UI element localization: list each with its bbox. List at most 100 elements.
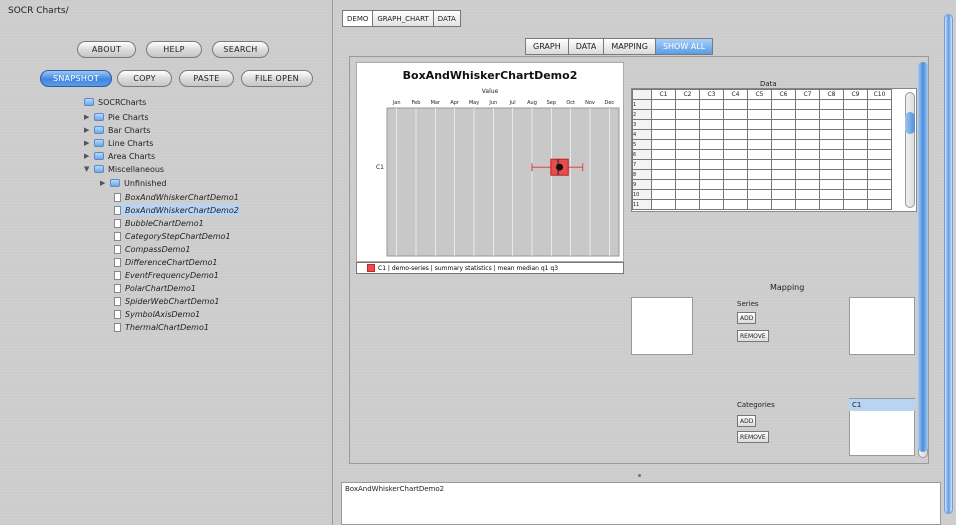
table-cell[interactable] — [867, 159, 892, 170]
column-header[interactable]: C4 — [723, 89, 748, 100]
expand-arrow-icon[interactable]: ▶ — [84, 113, 94, 121]
table-cell[interactable] — [747, 99, 772, 110]
tree-item[interactable]: SpiderWebChartDemo1 — [114, 295, 219, 307]
log-text-area[interactable]: BoxAndWhiskerChartDemo2 — [341, 482, 941, 525]
about-button[interactable]: ABOUT — [77, 41, 136, 58]
table-cell[interactable] — [771, 199, 796, 210]
table-cell[interactable] — [771, 159, 796, 170]
table-cell[interactable] — [795, 139, 820, 150]
column-header[interactable]: C6 — [771, 89, 796, 100]
table-cell[interactable] — [699, 119, 724, 130]
table-cell[interactable] — [819, 139, 844, 150]
series-remove-button[interactable]: REMOVE — [737, 330, 769, 342]
table-cell[interactable] — [699, 99, 724, 110]
table-cell[interactable] — [723, 169, 748, 180]
table-cell[interactable] — [747, 129, 772, 140]
table-cell[interactable] — [675, 159, 700, 170]
column-header[interactable]: C9 — [843, 89, 868, 100]
table-cell[interactable] — [843, 199, 868, 210]
table-cell[interactable] — [699, 109, 724, 120]
table-cell[interactable] — [747, 109, 772, 120]
column-header[interactable]: C10 — [867, 89, 892, 100]
tree-item[interactable]: BoxAndWhiskerChartDemo1 — [114, 191, 239, 203]
table-cell[interactable] — [699, 149, 724, 160]
view-tab-data[interactable]: DATA — [567, 38, 605, 55]
tab-demo[interactable]: DEMO — [342, 10, 374, 27]
table-cell[interactable] — [843, 99, 868, 110]
table-cell[interactable] — [723, 179, 748, 190]
content-scrollbar-thumb[interactable] — [918, 62, 928, 452]
expand-arrow-icon[interactable]: ▶ — [84, 152, 94, 160]
table-cell[interactable] — [723, 149, 748, 160]
table-cell[interactable] — [699, 169, 724, 180]
categories-list-item[interactable]: C1 — [849, 399, 915, 411]
view-tab-show-all[interactable]: SHOW ALL — [654, 38, 714, 55]
table-cell[interactable] — [723, 129, 748, 140]
table-cell[interactable] — [723, 189, 748, 200]
table-cell[interactable] — [771, 119, 796, 130]
table-cell[interactable] — [699, 179, 724, 190]
copy-button[interactable]: COPY — [117, 70, 172, 87]
tree-folder-bar[interactable]: ▶ Bar Charts — [84, 124, 150, 136]
table-cell[interactable] — [819, 149, 844, 160]
tab-data[interactable]: DATA — [432, 10, 461, 27]
table-cell[interactable] — [675, 189, 700, 200]
table-cell[interactable] — [747, 199, 772, 210]
series-list[interactable] — [849, 297, 915, 355]
table-cell[interactable] — [723, 119, 748, 130]
expand-arrow-icon[interactable]: ▶ — [100, 179, 110, 187]
table-cell[interactable] — [651, 159, 676, 170]
table-cell[interactable] — [771, 139, 796, 150]
table-cell[interactable] — [843, 169, 868, 180]
table-cell[interactable] — [771, 99, 796, 110]
table-cell[interactable] — [771, 169, 796, 180]
tree-item[interactable]: CompassDemo1 — [114, 243, 190, 255]
table-cell[interactable] — [843, 139, 868, 150]
table-cell[interactable] — [723, 99, 748, 110]
table-cell[interactable] — [795, 199, 820, 210]
table-cell[interactable] — [699, 189, 724, 200]
tree-root[interactable]: SOCRCharts — [84, 96, 146, 108]
series-add-button[interactable]: ADD — [737, 312, 757, 324]
tree-item[interactable]: BubbleChartDemo1 — [114, 217, 204, 229]
table-cell[interactable] — [819, 109, 844, 120]
table-cell[interactable] — [651, 109, 676, 120]
help-button[interactable]: HELP — [146, 41, 202, 58]
table-cell[interactable] — [867, 149, 892, 160]
data-scrollbar-thumb[interactable] — [905, 112, 915, 134]
table-cell[interactable] — [651, 139, 676, 150]
tree-item[interactable]: EventFrequencyDemo1 — [114, 269, 219, 281]
table-cell[interactable] — [819, 189, 844, 200]
column-header[interactable]: C3 — [699, 89, 724, 100]
table-cell[interactable] — [843, 149, 868, 160]
table-cell[interactable] — [795, 149, 820, 160]
expand-arrow-icon[interactable]: ▶ — [84, 139, 94, 147]
table-cell[interactable] — [867, 109, 892, 120]
categories-remove-button[interactable]: REMOVE — [737, 431, 769, 443]
table-cell[interactable] — [675, 169, 700, 180]
table-cell[interactable] — [795, 129, 820, 140]
table-cell[interactable] — [651, 99, 676, 110]
table-cell[interactable] — [795, 179, 820, 190]
table-cell[interactable] — [699, 139, 724, 150]
tree-folder-line[interactable]: ▶ Line Charts — [84, 137, 153, 149]
table-cell[interactable] — [723, 139, 748, 150]
column-header[interactable]: C8 — [819, 89, 844, 100]
tree-item[interactable]: ThermalChartDemo1 — [114, 321, 209, 333]
table-cell[interactable] — [651, 179, 676, 190]
table-cell[interactable] — [795, 119, 820, 130]
table-cell[interactable] — [771, 189, 796, 200]
table-cell[interactable] — [747, 119, 772, 130]
table-cell[interactable] — [675, 99, 700, 110]
data-scrollbar[interactable] — [905, 92, 915, 208]
table-cell[interactable] — [723, 159, 748, 170]
table-cell[interactable] — [651, 169, 676, 180]
table-cell[interactable] — [651, 129, 676, 140]
table-cell[interactable] — [747, 139, 772, 150]
tree-folder-misc[interactable]: ▼ Miscellaneous — [84, 163, 164, 175]
table-cell[interactable] — [747, 169, 772, 180]
table-cell[interactable] — [843, 129, 868, 140]
table-cell[interactable] — [867, 119, 892, 130]
table-cell[interactable] — [699, 129, 724, 140]
table-cell[interactable] — [867, 169, 892, 180]
